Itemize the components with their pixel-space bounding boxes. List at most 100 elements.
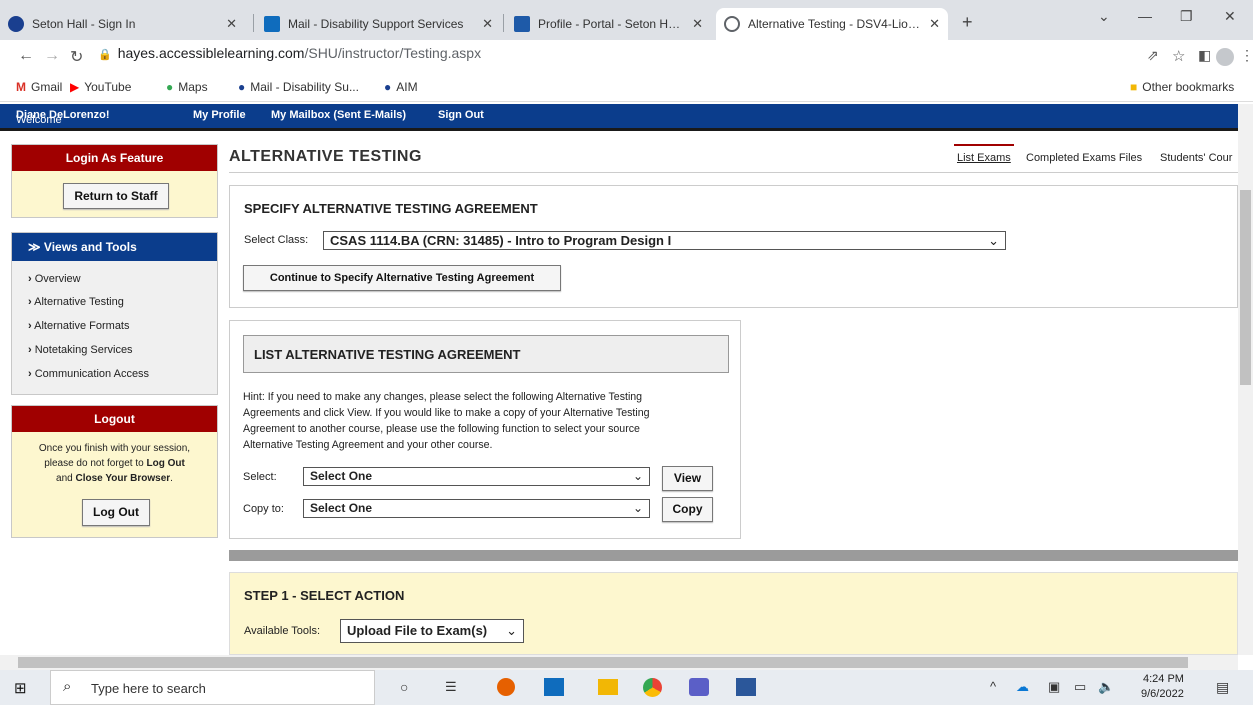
- volume-icon[interactable]: 🔈: [1098, 679, 1114, 695]
- reload-icon[interactable]: ↻: [70, 47, 83, 67]
- available-tools-dropdown[interactable]: Upload File to Exam(s) ⌄: [340, 619, 524, 643]
- nav-notetaking-services[interactable]: › Notetaking Services: [28, 344, 133, 356]
- chevron-down-icon: ⌄: [632, 501, 643, 515]
- taskbar: ⊞ ⌕ Type here to search ○ ☰ ^ ☁ ▣ ▭ 🔈 4:…: [0, 670, 1253, 705]
- nav-label: Overview: [34, 273, 81, 285]
- bookmark-gmail[interactable]: M Gmail: [16, 80, 62, 94]
- available-tools-label: Available Tools:: [244, 625, 321, 637]
- close-icon[interactable]: ✕: [692, 16, 703, 32]
- login-as-feature-panel: Login As Feature Return to Staff: [11, 144, 218, 218]
- logout-text: and: [56, 473, 76, 484]
- browser-toolbar: ← → ↻ 🔒 hayes.accessiblelearning.com/SHU/…: [0, 40, 1253, 74]
- panel-heading: Logout: [12, 406, 217, 432]
- bookmark-youtube[interactable]: ▶ YouTube: [70, 80, 131, 94]
- windows-start-icon[interactable]: ⊞: [14, 679, 27, 697]
- hint-line: Alternative Testing Agreement and your o…: [243, 439, 493, 451]
- views-title: Views and Tools: [43, 240, 137, 254]
- share-icon[interactable]: ⇗: [1147, 47, 1159, 64]
- double-chevron-icon: ≫: [28, 240, 41, 254]
- address-bar[interactable]: 🔒 hayes.accessiblelearning.com/SHU/instru…: [98, 45, 481, 61]
- window-close-icon[interactable]: ✕: [1224, 8, 1236, 25]
- nav-alternative-testing[interactable]: › Alternative Testing: [28, 296, 124, 308]
- dropdown-value: Upload File to Exam(s): [347, 623, 488, 638]
- minimize-icon[interactable]: —: [1138, 8, 1152, 24]
- bookmark-maps[interactable]: ● Maps: [166, 80, 208, 94]
- nav-label: Communication Access: [34, 368, 150, 380]
- outlook-icon[interactable]: [544, 678, 564, 696]
- specify-agreement-section: SPECIFY ALTERNATIVE TESTING AGREEMENT Se…: [229, 185, 1238, 308]
- nav-alternative-formats[interactable]: › Alternative Formats: [28, 320, 130, 332]
- nav-overview[interactable]: › Overview: [28, 273, 81, 285]
- notifications-icon[interactable]: ▤: [1216, 679, 1229, 696]
- tab-list-exams[interactable]: List Exams: [957, 152, 1011, 164]
- logout-emph: Close Your Browser: [75, 473, 171, 484]
- tab-seton-hall-sign-in[interactable]: Seton Hall - Sign In ✕: [0, 8, 245, 40]
- tab-profile-portal[interactable]: Profile - Portal - Seton Hall Unive ✕: [506, 8, 711, 40]
- taskbar-search-box[interactable]: ⌕ Type here to search: [50, 670, 375, 705]
- log-out-button[interactable]: Log Out: [82, 499, 150, 526]
- copy-to-dropdown[interactable]: Select One ⌄: [303, 499, 650, 518]
- chevron-down-icon: ⌄: [988, 233, 999, 248]
- close-icon[interactable]: ✕: [482, 16, 493, 32]
- globe-icon: [724, 16, 740, 32]
- onedrive-icon[interactable]: ☁: [1016, 679, 1029, 695]
- list-agreement-section: LIST ALTERNATIVE TESTING AGREEMENT Hint:…: [229, 320, 741, 539]
- forward-icon[interactable]: →: [44, 47, 60, 65]
- clock-date[interactable]: 9/6/2022: [1141, 688, 1184, 700]
- chevron-up-icon[interactable]: ^: [990, 679, 996, 694]
- side-panel-icon[interactable]: ◧: [1198, 47, 1211, 64]
- return-to-staff-button[interactable]: Return to Staff: [63, 183, 169, 209]
- star-icon[interactable]: ☆: [1172, 47, 1185, 65]
- hint-text: Hint: If you need to make any changes, p…: [243, 389, 733, 453]
- select-agreement-dropdown[interactable]: Select One ⌄: [303, 467, 650, 486]
- youtube-icon: ▶: [70, 80, 80, 94]
- logout-line: and Close Your Browser.: [12, 471, 217, 486]
- nav-label: Alternative Formats: [34, 320, 130, 332]
- chrome-icon[interactable]: [643, 678, 662, 697]
- bookmark-mail[interactable]: ● Mail - Disability Su...: [238, 80, 359, 94]
- tab-mail[interactable]: Mail - Disability Support Services ✕: [256, 8, 501, 40]
- tablet-icon[interactable]: ▣: [1048, 679, 1060, 695]
- tab-students-courses[interactable]: Students' Cour: [1160, 152, 1232, 164]
- bookmark-label: Gmail: [31, 80, 63, 94]
- back-icon[interactable]: ←: [18, 47, 34, 65]
- view-button[interactable]: View: [662, 466, 713, 491]
- sign-out-link[interactable]: Sign Out: [438, 109, 484, 121]
- bookmark-aim[interactable]: ● AIM: [384, 80, 418, 94]
- clock-time[interactable]: 4:24 PM: [1143, 673, 1184, 685]
- firefox-icon[interactable]: [497, 678, 515, 696]
- other-bookmarks[interactable]: ■ Other bookmarks: [1130, 80, 1234, 94]
- close-icon[interactable]: ✕: [226, 16, 237, 32]
- new-tab-icon[interactable]: +: [962, 12, 973, 33]
- active-tab-indicator: [954, 144, 1014, 146]
- nav-label: Notetaking Services: [34, 344, 133, 356]
- profile-avatar-icon[interactable]: [1216, 48, 1234, 66]
- my-mailbox-link[interactable]: My Mailbox (Sent E-Mails): [271, 109, 406, 121]
- restore-icon[interactable]: ❐: [1180, 8, 1193, 25]
- bookmark-label: Other bookmarks: [1142, 80, 1235, 94]
- scrollbar-thumb[interactable]: [1240, 190, 1251, 385]
- close-icon[interactable]: ✕: [929, 16, 940, 32]
- copy-button[interactable]: Copy: [662, 497, 713, 522]
- continue-button[interactable]: Continue to Specify Alternative Testing …: [243, 265, 561, 291]
- logout-text: .: [170, 473, 173, 484]
- battery-icon[interactable]: ▭: [1074, 679, 1086, 695]
- gmail-icon: M: [16, 80, 26, 94]
- tab-alternative-testing[interactable]: Alternative Testing - DSV4-LionH ✕: [716, 8, 948, 40]
- outlook-icon: [264, 16, 280, 32]
- word-icon[interactable]: [736, 678, 756, 696]
- tab-completed-exams-files[interactable]: Completed Exams Files: [1026, 152, 1142, 164]
- cortana-icon[interactable]: ○: [400, 679, 408, 695]
- tab-search-icon[interactable]: ⌄: [1098, 8, 1110, 25]
- nav-communication-access[interactable]: › Communication Access: [28, 368, 149, 380]
- task-view-icon[interactable]: ☰: [445, 679, 457, 695]
- my-profile-link[interactable]: My Profile: [193, 109, 246, 121]
- search-placeholder: Type here to search: [91, 681, 206, 696]
- teams-icon[interactable]: [689, 678, 709, 696]
- file-explorer-icon[interactable]: [598, 679, 618, 695]
- scrollbar-thumb[interactable]: [18, 657, 1188, 668]
- divider: [0, 128, 1238, 131]
- menu-icon[interactable]: ⋮: [1240, 47, 1253, 64]
- circle-logo-icon: ●: [238, 80, 246, 94]
- select-class-dropdown[interactable]: CSAS 1114.BA (CRN: 31485) - Intro to Pro…: [323, 231, 1006, 250]
